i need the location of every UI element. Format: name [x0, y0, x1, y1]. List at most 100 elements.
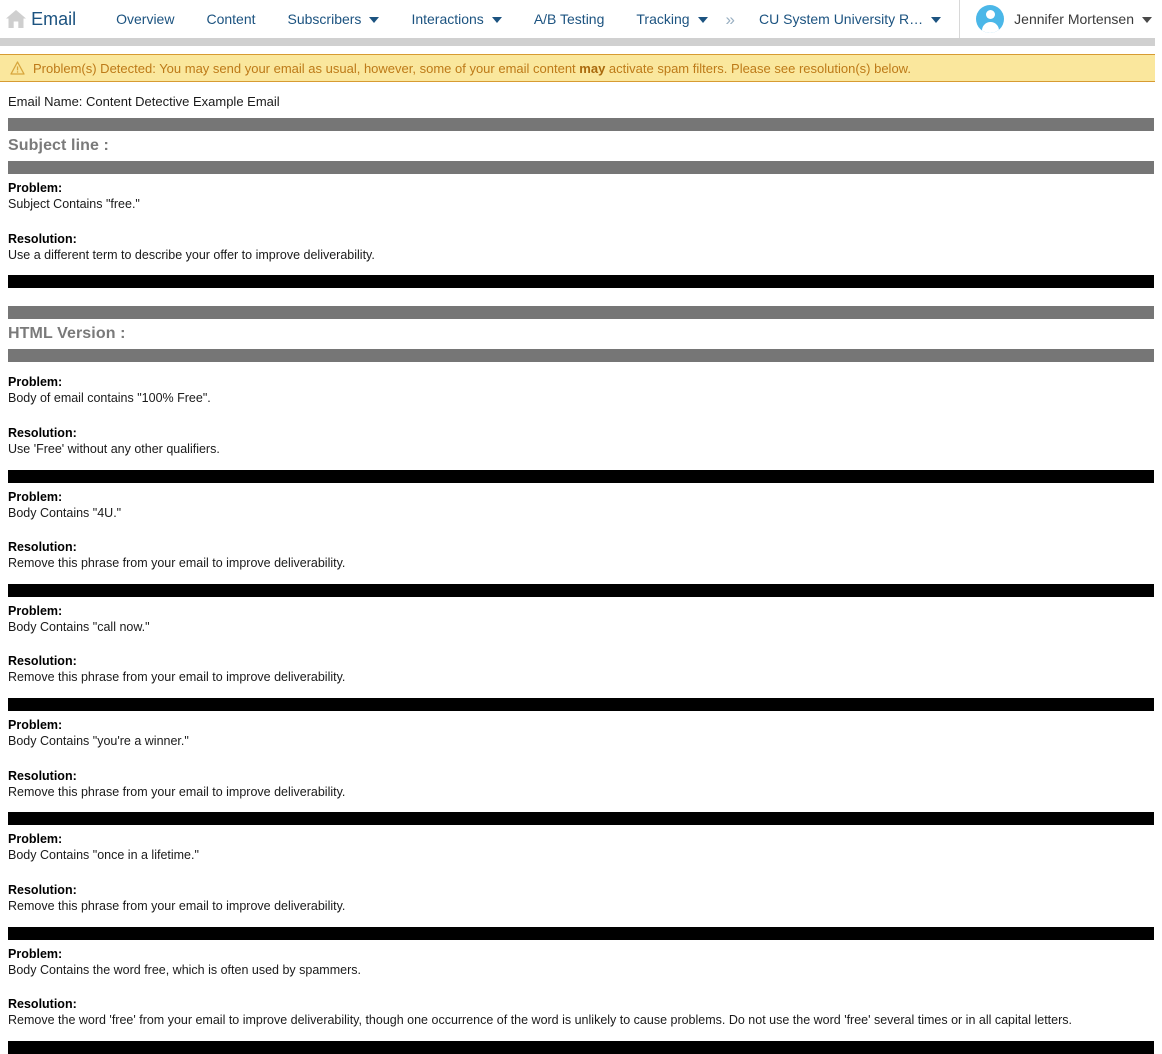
- account-selector-label: CU System University R…: [759, 11, 924, 27]
- resolution-text: Remove this phrase from your email to im…: [8, 784, 346, 799]
- content-detective-report: Email Name: Content Detective Example Em…: [0, 82, 1162, 1054]
- nav-divider-band: [0, 38, 1155, 46]
- issue-block: Problem: Body Contains the word free, wh…: [0, 940, 1162, 1031]
- problem-label: Problem:: [8, 375, 63, 390]
- account-selector[interactable]: CU System University R…: [759, 0, 961, 38]
- report-section-subject-line: Subject line : Problem: Subject Contains…: [0, 118, 1162, 289]
- section-bar-bottom: [8, 349, 1154, 363]
- nav-right-cluster: CU System University R… Jennifer Mortens…: [759, 0, 1162, 38]
- section-bar-top: [8, 306, 1154, 320]
- nav-item-overview[interactable]: Overview: [116, 11, 174, 27]
- problem-text: Body Contains "once in a lifetime.": [8, 848, 199, 863]
- top-navigation-bar: Email Overview Content Subscribers Inter…: [0, 0, 1162, 38]
- problem-text: Body Contains "call now.": [8, 619, 150, 634]
- issue-block: Problem: Body of email contains "100% Fr…: [0, 368, 1162, 459]
- issue-divider-bar: [8, 275, 1154, 289]
- resolution-label: Resolution:: [8, 768, 77, 783]
- problem-label: Problem:: [8, 181, 63, 195]
- user-menu-label: Jennifer Mortensen: [1014, 11, 1134, 27]
- chevron-down-icon: [697, 17, 708, 23]
- nav-gap: [0, 46, 1162, 54]
- issue-divider-bar: [8, 926, 1154, 940]
- chevron-down-icon: [931, 17, 942, 23]
- avatar: [976, 5, 1005, 33]
- nav-item-tracking[interactable]: Tracking: [636, 11, 708, 27]
- issue-divider-bar: [8, 1040, 1154, 1054]
- issue-divider-bar: [8, 469, 1154, 483]
- chevron-down-icon: [369, 17, 380, 23]
- app-title[interactable]: Email: [31, 9, 76, 30]
- nav-item-ab-testing[interactable]: A/B Testing: [534, 11, 605, 27]
- home-icon: [5, 9, 27, 29]
- problem-text: Body Contains the word free, which is of…: [8, 962, 361, 977]
- warning-text-after: activate spam filters. Please see resolu…: [605, 60, 911, 76]
- problem-label: Problem:: [8, 603, 63, 618]
- section-heading: HTML Version :: [8, 325, 126, 343]
- issue-divider-bar: [8, 812, 1154, 826]
- nav-item-interactions-label: Interactions: [411, 11, 484, 27]
- nav-item-tracking-label: Tracking: [636, 11, 690, 27]
- section-bar-bottom: [8, 161, 1154, 174]
- email-name-line: Email Name: Content Detective Example Em…: [8, 94, 280, 109]
- problem-label: Problem:: [8, 832, 63, 847]
- resolution-label: Resolution:: [8, 997, 77, 1012]
- resolution-text: Remove this phrase from your email to im…: [8, 556, 346, 571]
- issue-block: Problem: Body Contains "call now." Resol…: [0, 597, 1162, 688]
- section-bar-top: [8, 118, 1154, 131]
- problem-detected-text: Problem(s) Detected: You may send your e…: [33, 61, 911, 76]
- issue-block: Problem: Subject Contains "free." Resolu…: [0, 174, 1162, 265]
- problem-text: Body Contains "4U.": [8, 505, 122, 520]
- nav-overflow-icon[interactable]: »: [726, 11, 735, 28]
- scroll-gutter[interactable]: [1155, 0, 1162, 906]
- warning-text-before: Problem(s) Detected: You may send your e…: [33, 60, 580, 76]
- problem-label: Problem:: [8, 946, 63, 961]
- resolution-text: Remove the word 'free' from your email t…: [8, 1013, 1072, 1028]
- problem-text: Body Contains "you're a winner.": [8, 734, 189, 748]
- warning-text-bold: may: [579, 60, 606, 76]
- problem-detected-banner: Problem(s) Detected: You may send your e…: [0, 54, 1155, 82]
- resolution-label: Resolution:: [8, 425, 77, 440]
- report-section-html-version: HTML Version : Problem: Body of email co…: [0, 306, 1162, 1054]
- resolution-label: Resolution:: [8, 882, 77, 897]
- user-menu[interactable]: Jennifer Mortensen: [960, 0, 1162, 38]
- warning-triangle-icon: [10, 61, 25, 75]
- resolution-text: Remove this phrase from your email to im…: [8, 898, 346, 913]
- issue-divider-bar: [8, 698, 1154, 711]
- nav-item-overview-label: Overview: [116, 11, 175, 27]
- resolution-label: Resolution:: [8, 231, 77, 246]
- main-nav-links: Overview Content Subscribers Interaction…: [116, 11, 759, 28]
- resolution-text: Use a different term to describe your of…: [8, 247, 375, 262]
- nav-item-content[interactable]: Content: [206, 11, 255, 27]
- chevron-down-icon: [491, 17, 502, 23]
- home-button[interactable]: [0, 0, 31, 38]
- section-heading: Subject line :: [8, 137, 109, 154]
- resolution-text: Remove this phrase from your email to im…: [8, 670, 346, 685]
- resolution-label: Resolution:: [8, 654, 77, 669]
- issue-block: Problem: Body Contains "once in a lifeti…: [0, 825, 1162, 916]
- resolution-text: Use 'Free' without any other qualifiers.: [8, 441, 220, 456]
- problem-label: Problem:: [8, 489, 63, 504]
- nav-item-interactions[interactable]: Interactions: [411, 11, 502, 27]
- nav-item-subscribers-label: Subscribers: [287, 11, 362, 27]
- issue-block: Problem: Body Contains "4U." Resolution:…: [0, 483, 1162, 574]
- issue-divider-bar: [8, 583, 1154, 597]
- nav-item-subscribers[interactable]: Subscribers: [288, 11, 380, 27]
- problem-label: Problem:: [8, 718, 63, 732]
- nav-item-ab-testing-label: A/B Testing: [533, 11, 605, 27]
- issue-block: Problem: Body Contains "you're a winner.…: [0, 711, 1162, 802]
- chevron-down-icon: [1142, 17, 1152, 23]
